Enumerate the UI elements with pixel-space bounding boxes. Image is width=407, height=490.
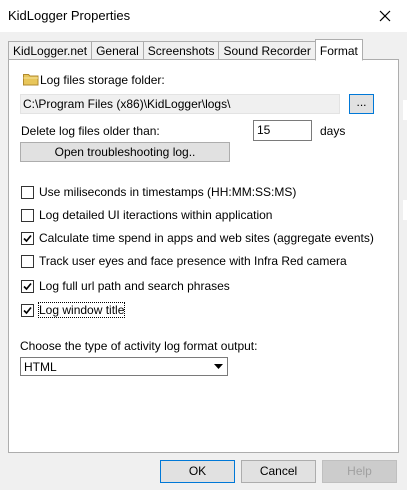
option-row-ui-interactions[interactable]: Log detailed UI iteractions within appli…: [21, 207, 272, 223]
checkbox[interactable]: [21, 208, 34, 222]
format-selected-value: HTML: [24, 360, 57, 374]
checkbox-checked[interactable]: [21, 231, 34, 245]
option-row-milliseconds[interactable]: Use miliseconds in timestamps (HH:MM:SS:…: [21, 184, 296, 200]
format-select[interactable]: HTML: [20, 357, 228, 376]
open-troubleshooting-log-button[interactable]: Open troubleshooting log..: [20, 142, 230, 162]
delete-days-input[interactable]: 15: [253, 120, 312, 141]
days-unit-label: days: [320, 124, 346, 138]
option-label: Calculate time spend in apps and web sit…: [39, 231, 374, 245]
option-row-eye-tracking[interactable]: Track user eyes and face presence with I…: [21, 253, 347, 269]
option-label: Use miliseconds in timestamps (HH:MM:SS:…: [39, 185, 297, 199]
properties-dialog: KidLogger Properties KidLogger.net Gener…: [0, 0, 407, 490]
option-label: Log window title: [37, 302, 126, 318]
checkbox[interactable]: [21, 185, 34, 199]
format-select-label: Choose the type of activity log format o…: [20, 339, 258, 353]
option-row-full-url[interactable]: Log full url path and search phrases: [21, 278, 230, 294]
tab-strip: KidLogger.net General Screenshots Sound …: [8, 38, 363, 61]
option-label: Track user eyes and face presence with I…: [39, 254, 347, 268]
checkmark-icon: [23, 306, 32, 314]
help-button[interactable]: Help: [322, 460, 397, 483]
browse-folder-button[interactable]: ...: [349, 94, 374, 114]
delete-logs-label: Delete log files older than:: [21, 124, 160, 138]
option-row-aggregate-time[interactable]: Calculate time spend in apps and web sit…: [21, 230, 374, 246]
tab-format[interactable]: Format: [314, 39, 363, 61]
tab-general[interactable]: General: [91, 41, 144, 60]
tab-screenshots[interactable]: Screenshots: [142, 41, 220, 60]
tab-kidlogger-net[interactable]: KidLogger.net: [8, 41, 93, 60]
format-tab-panel: Log files storage folder: C:\Program Fil…: [8, 59, 399, 453]
window-title: KidLogger Properties: [8, 8, 131, 23]
checkbox-checked[interactable]: [21, 279, 34, 293]
checkmark-icon: [23, 234, 32, 242]
checkmark-icon: [23, 282, 32, 290]
background-window-edge: [403, 200, 407, 220]
close-icon: [379, 10, 391, 22]
checkbox[interactable]: [21, 254, 34, 268]
folder-icon: [23, 74, 39, 86]
cancel-button[interactable]: Cancel: [241, 460, 316, 483]
option-row-window-title[interactable]: Log window title: [21, 302, 126, 318]
storage-path-field[interactable]: C:\Program Files (x86)\KidLogger\logs\: [20, 94, 340, 114]
option-label: Log full url path and search phrases: [39, 279, 230, 293]
close-button[interactable]: [363, 0, 407, 32]
background-window-edge: [403, 100, 407, 120]
title-bar: KidLogger Properties: [0, 0, 407, 32]
option-label: Log detailed UI iteractions within appli…: [39, 208, 273, 222]
ok-button[interactable]: OK: [160, 460, 235, 483]
checkbox-checked[interactable]: [21, 303, 34, 317]
tab-sound-recorder[interactable]: Sound Recorder: [218, 41, 316, 60]
storage-folder-label: Log files storage folder:: [40, 73, 165, 87]
dropdown-arrow-icon[interactable]: [211, 359, 226, 374]
